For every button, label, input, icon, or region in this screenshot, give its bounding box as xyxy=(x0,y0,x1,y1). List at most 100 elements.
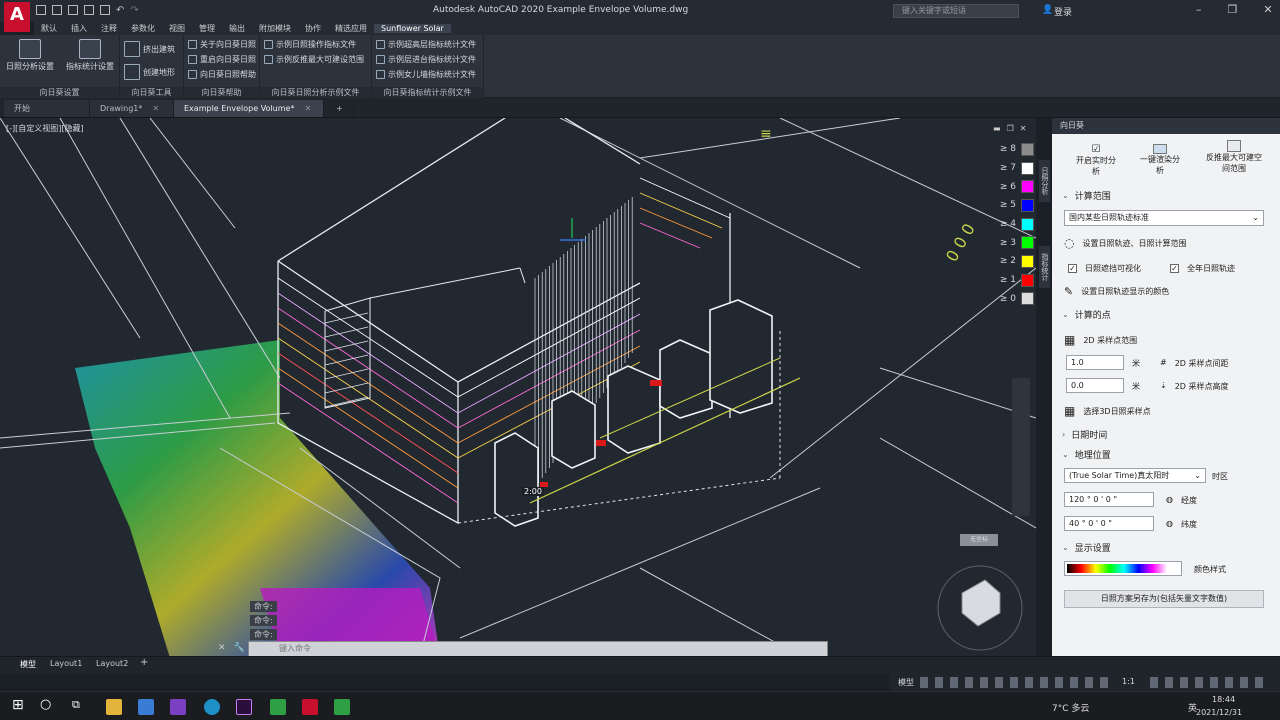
section-display[interactable]: ⌄ 显示设置 xyxy=(1062,541,1111,554)
ribbon-tab[interactable]: 默认 xyxy=(34,23,64,34)
ribbon-list-button[interactable]: 关于向日葵日照 xyxy=(188,39,256,50)
camtasia-recorder-icon[interactable] xyxy=(334,699,350,715)
vtab-sunlight[interactable]: 日照分析 xyxy=(1039,160,1050,202)
model-space-toggle[interactable]: 模型 xyxy=(898,677,914,688)
status-icons-right[interactable] xyxy=(1150,677,1270,688)
save-as-icon[interactable] xyxy=(84,5,94,15)
clock-time[interactable]: 18:44 xyxy=(1212,695,1235,704)
ribbon-tab[interactable]: 参数化 xyxy=(124,23,162,34)
set-color-button[interactable]: ✎ 设置日照轨迹显示的颜色 xyxy=(1064,285,1169,298)
visual-studio-icon[interactable] xyxy=(170,699,186,715)
ribbon-list-button[interactable]: 示例层进台指标统计文件 xyxy=(376,54,476,65)
new-icon[interactable] xyxy=(36,5,46,15)
doc-tab[interactable]: Example Envelope Volume* ✕ xyxy=(174,100,324,117)
drawing-canvas[interactable]: ≡ 0 0 0 xyxy=(0,118,1036,656)
save-scheme-button[interactable]: 日照方案另存为(包括矢量文字数值) xyxy=(1064,590,1264,608)
close-command-icon[interactable]: ✕ xyxy=(218,643,226,653)
viewport-minimize-icon[interactable]: ▬ xyxy=(993,124,1001,133)
section-points[interactable]: ⌄ 计算的点 xyxy=(1062,308,1111,321)
section-date-time[interactable]: › 日期时间 xyxy=(1062,428,1107,441)
pick-3d-button[interactable]: ▦ 选择3D日照采样点 xyxy=(1064,404,1151,418)
ribbon-tab[interactable]: 插入 xyxy=(64,23,94,34)
drawing-viewport[interactable]: ≡ 0 0 0 [-][自定义视图][隐藏] 2:00 无坐标 ▬ ❐ ✕ xyxy=(0,118,1036,656)
ribbon-list-button[interactable]: 重启向日葵日照 xyxy=(188,54,256,65)
tab-layout2[interactable]: Layout2 xyxy=(96,659,128,668)
reverse-max-space-button[interactable]: 反推最大可建空间范围 xyxy=(1204,140,1264,174)
spacing-input[interactable]: 1.0 xyxy=(1066,355,1124,370)
ribbon-list-button[interactable]: 向日葵日照帮助 xyxy=(188,69,256,80)
track-visible-checkbox[interactable]: ✓ 日照遮挡可视化 xyxy=(1068,263,1141,274)
user-icon[interactable]: 👤 xyxy=(1042,5,1053,15)
close-tab-icon[interactable]: ✕ xyxy=(304,104,311,113)
doc-tab[interactable]: 开始 xyxy=(4,100,90,117)
autocad-taskbar-icon[interactable] xyxy=(302,699,318,715)
ribbon-tab[interactable]: 注释 xyxy=(94,23,124,34)
ribbon-tab[interactable]: 附加模块 xyxy=(252,23,298,34)
premiere-icon[interactable] xyxy=(236,699,252,715)
windows-start-icon[interactable]: ⊞ xyxy=(12,697,28,713)
search-input[interactable]: 键入关键字或短语 xyxy=(893,4,1019,18)
save-icon[interactable] xyxy=(68,5,78,15)
latitude-input[interactable]: 40 ° 0 ' 0 " xyxy=(1064,516,1154,531)
login-link[interactable]: 登录 xyxy=(1054,5,1072,18)
new-tab-button[interactable]: + xyxy=(326,100,354,117)
doc-tab[interactable]: Drawing1* ✕ xyxy=(90,100,174,117)
ribbon-list-button[interactable]: 示例反推最大可建设范围 xyxy=(264,54,364,65)
tab-model[interactable]: 模型 xyxy=(20,659,36,670)
ribbon-list-button[interactable]: 示例日照操作指标文件 xyxy=(264,39,356,50)
ribbon-list-button[interactable]: 示例女儿墙指标统计文件 xyxy=(376,69,476,80)
ribbon-tab[interactable]: Sunflower Solar xyxy=(374,24,451,33)
print-icon[interactable] xyxy=(100,5,110,15)
autocad-logo[interactable]: A xyxy=(4,2,30,32)
view-cube[interactable] xyxy=(937,565,1023,651)
store-icon[interactable] xyxy=(138,699,154,715)
task-view-icon[interactable]: ⧉ xyxy=(72,698,88,714)
maximize-icon[interactable]: ❐ xyxy=(1228,3,1238,16)
standard-select[interactable]: 国内某些日照轨迹标准 ⌄ xyxy=(1064,210,1264,226)
full-year-checkbox[interactable]: ✓ 全年日照轨迹 xyxy=(1170,263,1235,274)
section-calc-range[interactable]: ⌄ 计算范围 xyxy=(1062,189,1111,202)
ribbon-list-button[interactable]: 示例超高层指标统计文件 xyxy=(376,39,476,50)
quick-access-toolbar[interactable]: ↶ ↷ xyxy=(36,5,139,16)
clock-date[interactable]: 2021/12/31 xyxy=(1196,708,1242,717)
file-explorer-icon[interactable] xyxy=(106,699,122,715)
height-input[interactable]: 0.0 xyxy=(1066,378,1124,393)
index-statistics-settings-button[interactable]: 指标统计设置 xyxy=(66,39,114,72)
longitude-input[interactable]: 120 ° 0 ' 0 " xyxy=(1064,492,1154,507)
create-terrain-button[interactable]: 创建地形 xyxy=(124,64,175,80)
close-icon[interactable]: ✕ xyxy=(1263,3,1272,16)
tab-layout1[interactable]: Layout1 xyxy=(50,659,82,668)
ribbon-tab[interactable]: 管理 xyxy=(192,23,222,34)
minimize-icon[interactable]: – xyxy=(1196,3,1202,16)
extrude-building-button[interactable]: 挤出建筑 xyxy=(124,41,175,57)
set-track-button[interactable]: ◌ 设置日照轨迹、日照计算范围 xyxy=(1064,236,1186,250)
color-style-select[interactable] xyxy=(1064,561,1182,576)
wcs-label[interactable]: 无坐标 xyxy=(960,534,998,546)
add-layout-button[interactable]: + xyxy=(140,657,148,668)
edge-icon[interactable] xyxy=(204,699,220,715)
range-2d-button[interactable]: ▦ 2D 采样点范围 xyxy=(1064,333,1137,347)
section-geo[interactable]: ⌄ 地理位置 xyxy=(1062,448,1111,461)
redo-icon[interactable]: ↷ xyxy=(130,5,138,16)
ribbon-tab[interactable]: 视图 xyxy=(162,23,192,34)
camtasia-icon[interactable] xyxy=(270,699,286,715)
annotation-scale[interactable]: 1:1 xyxy=(1122,677,1135,686)
ribbon-tab[interactable]: 输出 xyxy=(222,23,252,34)
weather-widget[interactable]: 7°C 多云 xyxy=(1052,701,1089,714)
undo-icon[interactable]: ↶ xyxy=(116,5,124,16)
status-icons[interactable] xyxy=(920,677,1110,688)
sunlight-analysis-settings-button[interactable]: 日照分析设置 xyxy=(6,39,54,72)
vtab-statistics[interactable]: 指标统计 xyxy=(1039,246,1050,288)
wrench-icon[interactable]: 🔧 xyxy=(234,643,245,653)
command-input[interactable]: 键入命令 xyxy=(248,641,828,657)
one-click-render-button[interactable]: 一键渲染分析 xyxy=(1138,144,1182,176)
ribbon-tab[interactable]: 协作 xyxy=(298,23,328,34)
close-tab-icon[interactable]: ✕ xyxy=(152,104,159,113)
viewport-restore-icon[interactable]: ❐ xyxy=(1007,124,1014,133)
search-icon[interactable]: ○ xyxy=(40,697,56,713)
view-label[interactable]: [-][自定义视图][隐藏] xyxy=(6,123,84,134)
nav-scrollbar[interactable] xyxy=(1012,378,1030,516)
ribbon-tab[interactable]: 精选应用 xyxy=(328,23,374,34)
open-icon[interactable] xyxy=(52,5,62,15)
realtime-analysis-button[interactable]: ☑ 开启实时分析 xyxy=(1074,144,1118,177)
